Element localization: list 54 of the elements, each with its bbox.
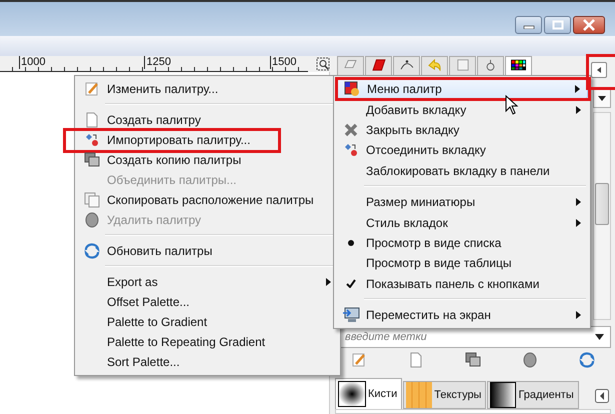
dropdown-arrow-icon [598,96,606,100]
menu-item[interactable]: Sort Palette... [77,352,338,372]
import-icon [84,132,100,148]
menu-item[interactable]: Меню палитр [336,79,588,100]
menu-item[interactable]: Просмотр в виде таблицы [336,253,588,274]
close-icon [582,19,596,31]
brush-icon [338,381,366,407]
mouse-cursor-icon [505,95,519,115]
ruler-label: 1000 [19,56,46,69]
menu-item[interactable]: Закрыть вкладку [336,120,588,140]
menu-item[interactable]: Отсоединить вкладку [336,140,588,161]
dropdown-arrow-icon[interactable] [595,334,604,340]
menu-item[interactable]: Переместить на экран [336,304,588,326]
menu-item[interactable]: Размер миниатюры [336,192,588,212]
refresh-icon [84,243,100,259]
page-icon [84,112,100,128]
texture-icon [406,382,432,408]
path-icon [400,59,414,70]
menu-item[interactable]: Стиль вкладок [336,212,588,233]
menu-item[interactable]: Показывать панель с кнопками [336,274,588,294]
collapse-button[interactable] [591,62,607,78]
menu-item[interactable]: Просмотр в виде списка [336,232,588,254]
palette-icon [510,59,527,71]
scrollbar[interactable] [593,112,611,320]
zoom-icon[interactable] [316,57,330,71]
copy-icon [84,192,100,208]
minimize-button[interactable] [515,16,542,34]
close-icon [343,122,359,138]
collapse-icon[interactable] [595,389,609,403]
menu-item[interactable]: Заблокировать вкладку в панели [336,160,588,181]
new-page-icon[interactable] [408,352,424,368]
refresh-icon[interactable] [578,352,594,368]
gradient-icon [490,382,516,408]
dropdown-button[interactable] [593,88,611,108]
tab[interactable]: Текстуры [403,381,486,409]
monitor-icon [342,307,360,324]
tab[interactable]: Градиенты [487,381,579,409]
close-button[interactable] [573,16,605,34]
menu-item[interactable]: Добавить вкладку [336,99,588,120]
palette-icon [344,81,360,98]
detach-icon [343,142,359,158]
duplicate-icon [84,152,100,168]
tab[interactable]: Кисти [335,378,402,409]
radio-dot-icon [347,238,355,247]
page-icon [456,59,468,71]
edit-icon[interactable] [350,352,366,368]
edit-icon [84,81,100,97]
undo-icon [428,59,441,71]
maximize-icon [552,20,564,30]
ruler-label: 1500 [270,56,296,69]
duplicate-icon[interactable] [464,352,480,368]
checkmark-icon [346,279,356,288]
ruler-label: 1250 [144,56,171,69]
maximize-button[interactable] [544,16,571,34]
